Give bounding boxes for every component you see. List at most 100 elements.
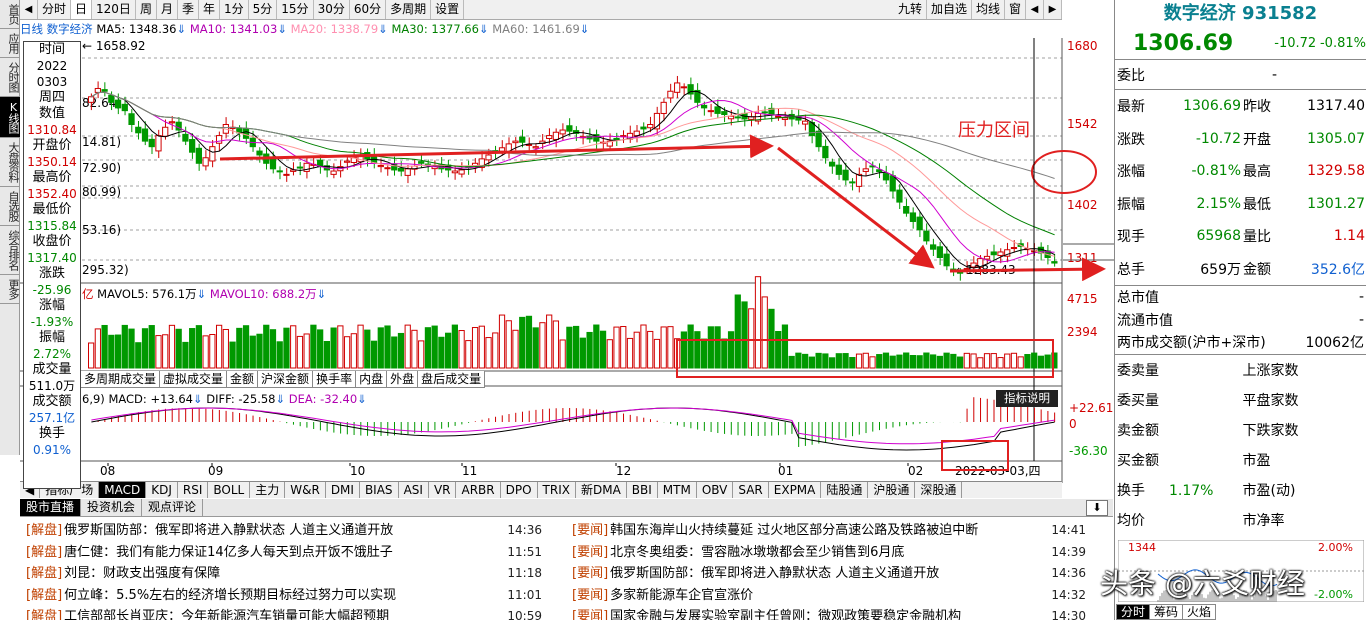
volume-tab-5[interactable]: 内盘 <box>355 371 388 388</box>
volume-bar <box>653 338 661 369</box>
nav-item-2[interactable]: 分时图 <box>0 58 20 97</box>
volume-tab-6[interactable]: 外盘 <box>386 371 419 388</box>
nav-item-6[interactable]: 综合排名 <box>0 226 20 275</box>
news-title[interactable]: 北京冬奥组委：雪容融冰墩墩都会至少销售到6月底 <box>610 542 1036 564</box>
indicator-tab-6[interactable]: W&R <box>285 482 326 498</box>
volume-tab-7[interactable]: 盘后成交量 <box>417 371 486 388</box>
volume-bar <box>445 332 452 369</box>
candle-body <box>182 133 189 142</box>
news-title[interactable]: 国家金融与发展实验室副主任曾刚：微观政策要稳定金融机构 <box>610 606 1036 620</box>
nav-item-0[interactable]: 首页 <box>0 0 20 29</box>
period-tab-8[interactable]: 5分 <box>249 0 278 19</box>
toolbar-right-0[interactable]: 九转 <box>894 0 927 19</box>
volume-tab-3[interactable]: 沪深金额 <box>257 371 314 388</box>
news-tab-0[interactable]: 股市直播 <box>20 499 82 516</box>
nav-item-7[interactable]: 更多 <box>0 275 20 304</box>
period-tab-0[interactable]: 分时 <box>38 0 72 19</box>
toolbar-right-3[interactable]: 窗 <box>1005 0 1026 19</box>
period-tab-3[interactable]: 周 <box>136 0 157 19</box>
indicator-tab-10[interactable]: VR <box>429 482 457 498</box>
news-item[interactable]: [解盘] 工信部部长肖亚庆：今年新能源汽车销量可能大幅超预期 10:59 <box>26 606 542 620</box>
volume-bar <box>909 355 917 369</box>
period-tab-11[interactable]: 60分 <box>350 0 387 19</box>
volume-tab-2[interactable]: 金额 <box>226 371 259 388</box>
nav-item-4[interactable]: 大盘资料 <box>0 138 20 187</box>
volume-tab-0[interactable]: 多周期成交量 <box>80 371 161 388</box>
period-tab-10[interactable]: 30分 <box>314 0 350 19</box>
next-arrow-icon[interactable]: ▶ <box>1044 0 1062 19</box>
volume-bar <box>162 334 169 369</box>
indicator-tab-8[interactable]: BIAS <box>360 482 399 498</box>
news-title[interactable]: 韩国东海岸山火持续蔓延 过火地区部分高速公路及铁路被迫中断 <box>610 520 1036 542</box>
news-title[interactable]: 俄罗斯国防部：俄军即将进入静默状态 人道主义通道开放 <box>64 520 492 542</box>
news-item[interactable]: [要闻] 北京冬奥组委：雪容融冰墩墩都会至少销售到6月底 14:39 <box>572 542 1086 564</box>
volume-tab-4[interactable]: 换手率 <box>312 371 357 388</box>
indicator-tab-22[interactable]: 深股通 <box>915 482 963 498</box>
indicator-tab-17[interactable]: OBV <box>697 482 734 498</box>
indicator-tab-18[interactable]: SAR <box>733 482 769 498</box>
news-item[interactable]: [解盘] 唐仁健：我们有能力保证14亿多人每天到点开饭不饿肚子 11:51 <box>26 542 542 564</box>
news-title[interactable]: 唐仁健：我们有能力保证14亿多人每天到点开饭不饿肚子 <box>64 542 492 564</box>
news-item[interactable]: [要闻] 韩国东海岸山火持续蔓延 过火地区部分高速公路及铁路被迫中断 14:41 <box>572 520 1086 542</box>
news-title[interactable]: 刘昆：财政支出强度有保障 <box>64 563 492 585</box>
mini-tab-1[interactable]: 筹码 <box>1149 604 1184 620</box>
prev-arrow-icon[interactable]: ◀ <box>1026 0 1044 19</box>
mini-tab-2[interactable]: 火焰 <box>1182 604 1217 620</box>
news-title[interactable]: 俄罗斯国防部：俄军即将进入静默状态 人道主义通道开放 <box>610 563 1036 585</box>
indicator-tab-3[interactable]: RSI <box>178 482 209 498</box>
volume-legend: 亿 MAVOL5: 576.1万⇓ MAVOL10: 688.2万⇓ <box>82 286 327 302</box>
period-tab-12[interactable]: 多周期 <box>386 0 432 19</box>
news-title[interactable]: 多家新能源车企官宣涨价 <box>610 585 1036 607</box>
period-tab-1[interactable]: 日 <box>71 0 93 19</box>
indicator-tab-11[interactable]: ARBR <box>456 482 501 498</box>
indicator-tab-2[interactable]: KDJ <box>146 482 178 498</box>
candle-body <box>674 82 681 93</box>
news-item[interactable]: [要闻] 俄罗斯国防部：俄军即将进入静默状态 人道主义通道开放 14:36 <box>572 563 1086 585</box>
candle-body <box>700 104 708 109</box>
period-tab-4[interactable]: 月 <box>157 0 178 19</box>
indicator-tab-15[interactable]: BBI <box>627 482 658 498</box>
period-tab-7[interactable]: 1分 <box>220 0 249 19</box>
nav-item-1[interactable]: 应用 <box>0 29 20 58</box>
indicator-tab-9[interactable]: ASI <box>399 482 429 498</box>
indicator-tab-1[interactable]: MACD <box>99 482 147 498</box>
indicator-tab-19[interactable]: EXPMA <box>769 482 822 498</box>
toolbar-right-2[interactable]: 均线 <box>972 0 1005 19</box>
nav-item-5[interactable]: 自选股 <box>0 187 20 226</box>
indicator-tab-14[interactable]: 新DMA <box>576 482 627 498</box>
news-item[interactable]: [解盘] 刘昆：财政支出强度有保障 11:18 <box>26 563 542 585</box>
news-title[interactable]: 何立峰：5.5%左右的经济增长预期目标经过努力可以实现 <box>64 585 492 607</box>
volume-tab-1[interactable]: 虚拟成交量 <box>159 371 228 388</box>
toolbar-right-1[interactable]: 加自选 <box>927 0 972 19</box>
period-tab-2[interactable]: 120日 <box>92 0 136 19</box>
news-item[interactable]: [解盘] 俄罗斯国防部：俄军即将进入静默状态 人道主义通道开放 14:36 <box>26 520 542 542</box>
indicator-help-button[interactable]: 指标说明 <box>996 390 1058 407</box>
volume-bar <box>694 331 701 369</box>
volume-bar <box>343 336 351 369</box>
kline-chart[interactable]: 1680 1542 1402 1311 4715 2394 +22.61 0 -36.30 08 0… <box>20 38 1114 483</box>
news-title[interactable]: 工信部部长肖亚庆：今年新能源汽车销量可能大幅超预期 <box>64 606 492 620</box>
indicator-tab-5[interactable]: 主力 <box>250 482 286 498</box>
candle-body <box>781 117 789 120</box>
indicator-tab-4[interactable]: BOLL <box>208 482 251 498</box>
indicator-tab-7[interactable]: DMI <box>326 482 360 498</box>
indicator-tab-13[interactable]: TRIX <box>538 482 576 498</box>
indicator-tab-21[interactable]: 沪股通 <box>868 482 916 498</box>
period-tab-13[interactable]: 设置 <box>431 0 465 19</box>
period-tab-6[interactable]: 年 <box>199 0 220 19</box>
news-item[interactable]: [要闻] 多家新能源车企官宣涨价 14:32 <box>572 585 1086 607</box>
indicator-tab-12[interactable]: DPO <box>501 482 538 498</box>
back-arrow-icon[interactable]: ◀ <box>20 0 38 19</box>
download-icon[interactable]: ⬇ <box>1086 500 1108 516</box>
indicator-tab-16[interactable]: MTM <box>658 482 697 498</box>
news-item[interactable]: [解盘] 何立峰：5.5%左右的经济增长预期目标经过努力可以实现 11:01 <box>26 585 542 607</box>
news-item[interactable]: [要闻] 国家金融与发展实验室副主任曾刚：微观政策要稳定金融机构 14:30 <box>572 606 1086 620</box>
news-tab-2[interactable]: 观点评论 <box>142 499 204 516</box>
nav-item-3[interactable]: K线图 <box>0 97 20 138</box>
month-label: 08 <box>100 464 115 478</box>
indicator-tab-20[interactable]: 陆股通 <box>821 482 869 498</box>
mini-tab-0[interactable]: 分时 <box>1116 604 1151 620</box>
period-tab-9[interactable]: 15分 <box>277 0 314 19</box>
period-tab-5[interactable]: 季 <box>178 0 199 19</box>
news-tab-1[interactable]: 投资机会 <box>81 499 143 516</box>
